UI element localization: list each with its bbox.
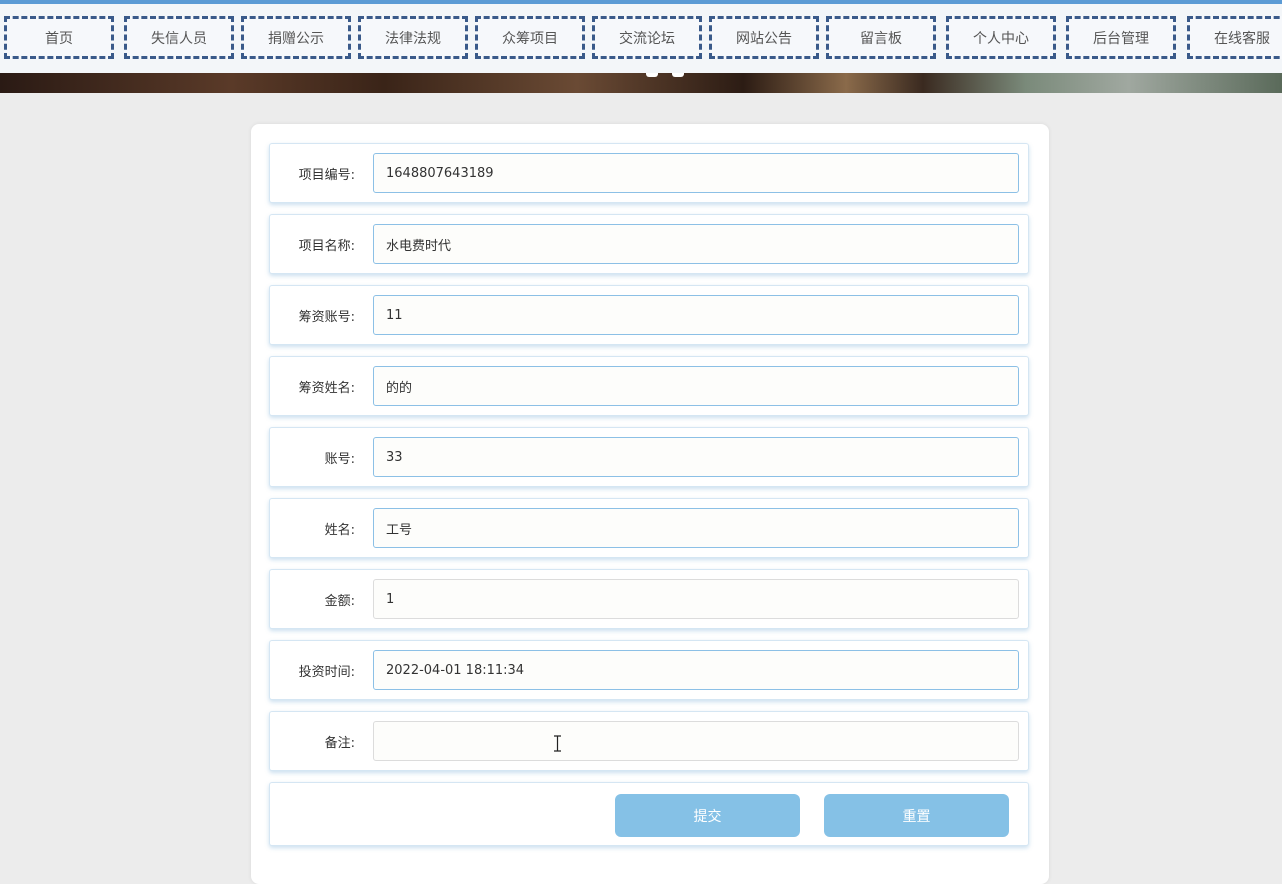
account-label: 账号: [324, 451, 355, 467]
form-row-project-id: 项目编号: [269, 143, 1029, 203]
remark-input[interactable] [373, 721, 1019, 761]
invest-time-input[interactable] [373, 650, 1019, 690]
carousel-dot[interactable] [646, 73, 658, 77]
name-label: 姓名: [324, 522, 355, 538]
funding-account-label: 筹资账号: [298, 309, 355, 325]
text-cursor-icon [554, 735, 561, 752]
nav-item-forum[interactable]: 交流论坛 [592, 16, 702, 59]
nav-item-laws[interactable]: 法律法规 [358, 16, 468, 59]
account-input[interactable] [373, 437, 1019, 477]
carousel-dot[interactable] [672, 73, 684, 77]
form-row-funding-account: 筹资账号: [269, 285, 1029, 345]
project-id-input[interactable] [373, 153, 1019, 193]
remark-label: 备注: [324, 735, 355, 751]
project-name-input[interactable] [373, 224, 1019, 264]
name-input[interactable] [373, 508, 1019, 548]
project-name-label: 项目名称: [298, 238, 355, 254]
submit-button[interactable]: 提交 [615, 794, 800, 837]
funding-name-input[interactable] [373, 366, 1019, 406]
banner-image [0, 73, 1282, 93]
nav-item-support[interactable]: 在线客服 [1187, 16, 1282, 59]
invest-time-label: 投资时间: [298, 664, 355, 680]
form-row-remark: 备注: [269, 711, 1029, 771]
nav-item-announcements[interactable]: 网站公告 [709, 16, 819, 59]
reset-button[interactable]: 重置 [824, 794, 1009, 837]
project-id-label: 项目编号: [298, 167, 355, 183]
amount-input[interactable] [373, 579, 1019, 619]
form-row-name: 姓名: [269, 498, 1029, 558]
nav-item-dishonest[interactable]: 失信人员 [124, 16, 234, 59]
form-row-funding-name: 筹资姓名: [269, 356, 1029, 416]
nav-item-admin[interactable]: 后台管理 [1066, 16, 1176, 59]
form-row-project-name: 项目名称: [269, 214, 1029, 274]
nav-item-crowdfunding[interactable]: 众筹项目 [475, 16, 585, 59]
top-navigation: 首页 失信人员 捐赠公示 法律法规 众筹项目 交流论坛 网站公告 留言板 个人中… [0, 4, 1282, 73]
nav-item-user-center[interactable]: 个人中心 [946, 16, 1056, 59]
funding-name-label: 筹资姓名: [298, 380, 355, 396]
form-actions-row: 提交 重置 [269, 782, 1029, 846]
amount-label: 金额: [324, 593, 355, 609]
form-row-invest-time: 投资时间: [269, 640, 1029, 700]
nav-item-donations[interactable]: 捐赠公示 [241, 16, 351, 59]
funding-account-input[interactable] [373, 295, 1019, 335]
form-row-amount: 金额: [269, 569, 1029, 629]
nav-item-message-board[interactable]: 留言板 [826, 16, 936, 59]
form-row-account: 账号: [269, 427, 1029, 487]
nav-item-home[interactable]: 首页 [4, 16, 114, 59]
